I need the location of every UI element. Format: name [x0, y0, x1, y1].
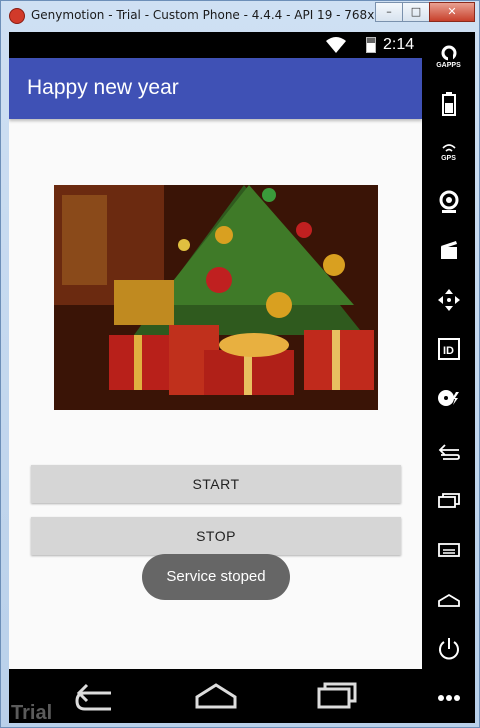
svg-text:ID: ID	[443, 345, 454, 357]
identifiers-icon: ID	[437, 338, 460, 360]
menu-icon	[437, 543, 460, 557]
back-icon	[438, 444, 460, 460]
window-title: Genymotion - Trial - Custom Phone - 4.4.…	[31, 8, 409, 22]
webcam-icon	[439, 190, 458, 213]
window-titlebar[interactable]: Genymotion - Trial - Custom Phone - 4.4.…	[1, 1, 480, 33]
android-nav-bar: Trial	[9, 669, 422, 724]
home-icon[interactable]	[191, 679, 241, 713]
identifiers-button[interactable]: ID	[422, 329, 475, 369]
recent-apps-icon	[437, 493, 460, 508]
back-icon[interactable]	[71, 679, 121, 713]
media-button[interactable]	[422, 230, 475, 270]
battery-icon	[441, 92, 456, 116]
gps-button[interactable]: GPS	[422, 132, 475, 172]
gapps-button[interactable]: GAPPS	[422, 37, 475, 77]
christmas-tree-illustration	[54, 185, 378, 410]
maximize-button[interactable]: □	[402, 2, 430, 22]
disk-io-icon	[437, 390, 459, 406]
home-icon	[437, 593, 460, 607]
status-bar: 2:14	[9, 32, 422, 58]
stop-button[interactable]: STOP	[31, 517, 401, 555]
genymotion-logo-icon	[9, 8, 25, 24]
more-icon	[437, 695, 460, 701]
genymotion-window: Genymotion - Trial - Custom Phone - 4.4.…	[0, 0, 480, 728]
media-icon	[440, 241, 457, 259]
power-icon	[438, 638, 459, 660]
close-button[interactable]: ✕	[429, 2, 475, 22]
gps-label: GPS	[441, 155, 456, 162]
window-controls: – □ ✕	[375, 2, 475, 22]
disk-io-button[interactable]	[422, 378, 475, 418]
dpad-icon	[437, 289, 460, 311]
battery-icon	[366, 37, 376, 53]
webcam-button[interactable]	[422, 182, 475, 222]
gps-icon	[441, 144, 456, 152]
christmas-tree-photo	[54, 185, 378, 410]
power-button[interactable]	[422, 629, 475, 669]
gapps-label: GAPPS	[436, 62, 461, 69]
app-bar: Happy new year	[9, 58, 422, 119]
recents-icon[interactable]	[311, 679, 361, 713]
emulator-display: 2:14 Happy new year START STOP Service s…	[9, 32, 475, 724]
sidebar-back-button[interactable]	[422, 432, 475, 472]
wifi-icon	[326, 37, 346, 53]
toast-message: Service stoped	[142, 554, 290, 600]
sidebar-home-button[interactable]	[422, 580, 475, 620]
sidebar-menu-button[interactable]	[422, 530, 475, 570]
battery-button[interactable]	[422, 84, 475, 124]
android-screen: 2:14 Happy new year START STOP Service s…	[9, 32, 422, 669]
genymotion-sidebar: GAPPS GPS ID	[422, 32, 475, 723]
start-button[interactable]: START	[31, 465, 401, 503]
more-button[interactable]	[422, 678, 475, 718]
trial-watermark: Trial	[11, 702, 53, 724]
app-title: Happy new year	[27, 76, 179, 99]
status-time: 2:14	[383, 36, 415, 53]
dpad-button[interactable]	[422, 280, 475, 320]
gapps-icon	[441, 45, 456, 61]
minimize-button[interactable]: –	[375, 2, 403, 22]
sidebar-recent-apps-button[interactable]	[422, 480, 475, 520]
